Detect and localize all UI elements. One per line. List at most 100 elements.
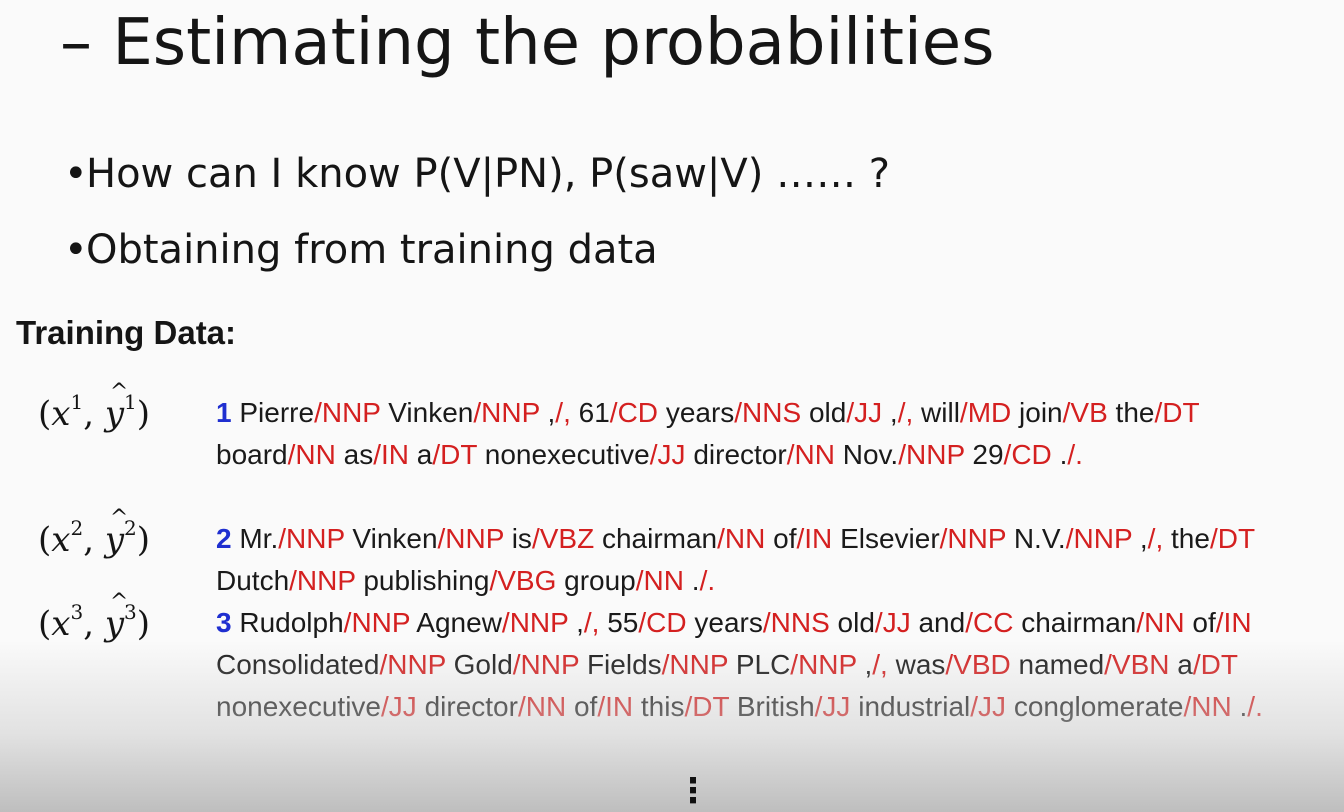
training-data-heading: Training Data: <box>16 314 237 351</box>
token-word: the <box>1171 523 1210 554</box>
tagged-token: Pierre/NNP <box>239 397 380 428</box>
pos-tag: /VBD <box>945 649 1011 680</box>
tagged-token: the/DT <box>1171 523 1255 554</box>
token-word: as <box>343 439 374 470</box>
bullet-text: How can I know P(V|PN), P(saw|V) …… ? <box>86 151 891 197</box>
tagged-token: ,/, <box>548 397 571 428</box>
token-word: a <box>1177 649 1193 680</box>
example-pair-label: (x3, y3) <box>38 590 150 644</box>
pos-tag: /MD <box>959 397 1012 428</box>
pos-tag: /, <box>872 649 888 680</box>
tagged-token: nonexecutive/JJ <box>485 439 686 470</box>
tagged-token: ./. <box>1240 691 1263 722</box>
token-word: Rudolph <box>239 607 344 638</box>
tagged-token: is/VBZ <box>512 523 594 554</box>
pos-tag: /VBN <box>1104 649 1170 680</box>
bullet-item: •Obtaining from training data <box>64 212 890 288</box>
token-word: nonexecutive <box>216 691 382 722</box>
tagged-token: ,/, <box>1140 523 1163 554</box>
tagged-token: years/NNS <box>694 607 829 638</box>
token-word: Agnew <box>416 607 502 638</box>
token-word: group <box>564 565 636 596</box>
pos-tag: /VB <box>1062 397 1108 428</box>
pos-tag: /NNP <box>1065 523 1133 554</box>
pos-tag: /NNP <box>343 607 411 638</box>
tagged-token: Vinken/NNP <box>388 397 540 428</box>
token-word: was <box>895 649 946 680</box>
pos-tag: /NNP <box>289 565 356 596</box>
sentence-number: 1 <box>216 397 232 428</box>
tagged-token: group/NN <box>564 565 684 596</box>
token-word: and <box>918 607 966 638</box>
token-word: Elsevier <box>840 523 940 554</box>
pos-tag: /. <box>699 565 716 596</box>
pos-tag: /VBZ <box>531 523 595 554</box>
token-word: Dutch <box>216 565 290 596</box>
tagged-token: a/DT <box>1177 649 1237 680</box>
token-word: British <box>736 691 815 722</box>
pos-tag: /NN <box>635 565 684 596</box>
token-word: , <box>1139 523 1148 554</box>
bullet-item: •How can I know P(V|PN), P(saw|V) …… ? <box>64 136 890 212</box>
pos-tag: /, <box>583 607 600 638</box>
tagged-token: of/IN <box>773 523 832 554</box>
token-word: , <box>889 397 898 428</box>
tagged-token: ./. <box>1060 439 1083 470</box>
pos-tag: /IN <box>1215 607 1252 638</box>
pos-tag: /CD <box>1003 439 1052 470</box>
tagged-token: N.V./NNP <box>1014 523 1132 554</box>
token-word: Consolidated <box>216 649 380 680</box>
token-word: 55 <box>607 607 639 638</box>
token-word: of <box>573 691 598 722</box>
tagged-token: board/NN <box>216 439 336 470</box>
bullet-text: Obtaining from training data <box>86 227 658 273</box>
token-word: Fields <box>586 649 662 680</box>
vertical-ellipsis: ⋮ <box>676 771 710 811</box>
pos-tag: /IN <box>796 523 833 554</box>
tagged-token: Gold/NNP <box>454 649 580 680</box>
sentence-number: 2 <box>216 523 232 554</box>
pos-tag: /JJ <box>814 691 851 722</box>
bullet-list: •How can I know P(V|PN), P(saw|V) …… ? •… <box>64 136 890 288</box>
token-word: 29 <box>972 439 1004 470</box>
pos-tag: /IN <box>597 691 634 722</box>
pos-tag: /DT <box>432 439 477 470</box>
tagged-token: old/JJ <box>838 607 911 638</box>
token-word: PLC <box>735 649 791 680</box>
token-word: named <box>1018 649 1105 680</box>
tagged-token: of/IN <box>574 691 633 722</box>
token-word: nonexecutive <box>484 439 650 470</box>
tagged-token: ,/, <box>890 397 913 428</box>
token-word: Gold <box>453 649 513 680</box>
token-word: is <box>511 523 532 554</box>
tagged-token: chairman/NN <box>602 523 765 554</box>
tagged-token: will/MD <box>921 397 1011 428</box>
example-pair-label: (x2, y2) <box>38 506 150 560</box>
token-word: , <box>576 607 584 638</box>
tagged-token: Nov./NNP <box>843 439 965 470</box>
pos-tag: /NN <box>1136 607 1185 638</box>
token-word: board <box>216 439 288 470</box>
y-hat-variable: y <box>105 506 129 560</box>
pos-tag: /JJ <box>970 691 1007 722</box>
sentence-tokens: Mr./NNP Vinken/NNP is/VBZ chairman/NN of… <box>216 523 1255 596</box>
tagged-token: as/IN <box>344 439 409 470</box>
tagged-token: of/IN <box>1192 607 1251 638</box>
token-word: N.V. <box>1013 523 1066 554</box>
token-word: Vinken <box>352 523 438 554</box>
token-word: 61 <box>578 397 610 428</box>
tagged-token: director/NN <box>425 691 567 722</box>
pos-tag: /NNP <box>314 397 381 428</box>
token-word: publishing <box>363 565 490 596</box>
tagged-token: and/CC <box>918 607 1013 638</box>
tagged-sentence: 2 Mr./NNP Vinken/NNP is/VBZ chairman/NN … <box>216 518 1326 602</box>
pos-tag: /IN <box>373 439 409 470</box>
pos-tag: /NNP <box>379 649 446 680</box>
tagged-sentence: 3 Rudolph/NNP Agnew/NNP ,/, 55/CD years/… <box>216 602 1326 728</box>
pos-tag: /NNP <box>790 649 857 680</box>
tagged-token: nonexecutive/JJ <box>216 691 417 722</box>
token-word: conglomerate <box>1013 691 1184 722</box>
token-word: years <box>694 607 763 638</box>
tagged-token: years/NNS <box>666 397 801 428</box>
x-variable: x <box>51 394 71 434</box>
